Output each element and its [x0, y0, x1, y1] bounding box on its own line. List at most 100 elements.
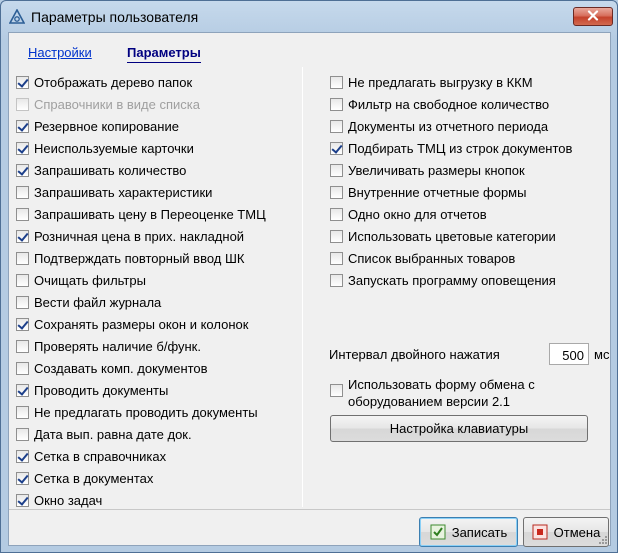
option-checkbox [16, 97, 29, 111]
interval-input[interactable] [549, 343, 589, 365]
option-checkbox[interactable] [16, 185, 29, 199]
option-checkbox[interactable] [16, 427, 29, 441]
option-checkbox[interactable] [16, 119, 29, 133]
option-checkbox[interactable] [16, 471, 29, 485]
option-label: Запрашивать количество [34, 162, 187, 178]
option-row[interactable]: Запрашивать характеристики [16, 183, 212, 201]
option-label: Проверять наличие б/функ. [34, 338, 201, 354]
option-label: Окно задач [34, 492, 103, 508]
option-row[interactable]: Одно окно для отчетов [330, 205, 487, 223]
column-divider [302, 67, 303, 507]
exchange-form-checkbox[interactable] [330, 384, 343, 397]
option-row[interactable]: Создавать комп. документов [16, 359, 208, 377]
option-row[interactable]: Подтверждать повторный ввод ШК [16, 249, 244, 267]
option-checkbox[interactable] [16, 251, 29, 265]
option-row[interactable]: Окно задач [16, 491, 102, 509]
option-label: Документы из отчетного периода [348, 118, 549, 134]
option-label: Подтверждать повторный ввод ШК [34, 250, 245, 266]
option-checkbox[interactable] [330, 273, 343, 287]
option-row[interactable]: Проводить документы [16, 381, 168, 399]
option-label: Запрашивать характеристики [34, 184, 213, 200]
option-label: Вести файл журнала [34, 294, 162, 310]
option-label: Справочники в виде списка [34, 96, 200, 112]
exchange-form-checkbox-row[interactable]: Использовать форму обмена с оборудование… [330, 376, 535, 410]
option-checkbox[interactable] [16, 295, 29, 309]
option-checkbox[interactable] [330, 163, 343, 177]
option-label: Подбирать ТМЦ из строк документов [348, 140, 573, 156]
option-checkbox[interactable] [16, 273, 29, 287]
option-checkbox[interactable] [330, 97, 343, 111]
option-label: Неиспользуемые карточки [34, 140, 194, 156]
option-checkbox[interactable] [330, 75, 343, 89]
option-checkbox[interactable] [16, 229, 29, 243]
option-row[interactable]: Запрашивать количество [16, 161, 186, 179]
option-row[interactable]: Документы из отчетного периода [330, 117, 548, 135]
option-row[interactable]: Запускать программу оповещения [330, 271, 556, 289]
option-row[interactable]: Не предлагать проводить документы [16, 403, 258, 421]
option-checkbox[interactable] [16, 405, 29, 419]
option-label: Сетка в справочниках [34, 448, 167, 464]
option-row[interactable]: Увеличивать размеры кнопок [330, 161, 525, 179]
option-label: Внутренние отчетные формы [348, 184, 527, 200]
option-checkbox[interactable] [16, 207, 29, 221]
option-row[interactable]: Резервное копирование [16, 117, 179, 135]
option-row[interactable]: Сетка в документах [16, 469, 153, 487]
option-checkbox[interactable] [16, 493, 29, 507]
option-checkbox[interactable] [16, 339, 29, 353]
option-row: Справочники в виде списка [16, 95, 200, 113]
close-icon [587, 9, 599, 24]
exchange-form-label-line1: Использовать форму обмена с [348, 377, 535, 392]
option-checkbox[interactable] [16, 317, 29, 331]
option-checkbox[interactable] [16, 361, 29, 375]
option-checkbox[interactable] [330, 119, 343, 133]
option-checkbox[interactable] [16, 141, 29, 155]
option-label: Создавать комп. документов [34, 360, 208, 376]
option-row[interactable]: Список выбранных товаров [330, 249, 515, 267]
option-checkbox[interactable] [330, 229, 343, 243]
option-label: Использовать цветовые категории [348, 228, 556, 244]
option-row[interactable]: Отображать дерево папок [16, 73, 192, 91]
cancel-button-label: Отмена [553, 524, 601, 540]
option-row[interactable]: Внутренние отчетные формы [330, 183, 526, 201]
option-label: Отображать дерево папок [34, 74, 193, 90]
cancel-icon [532, 524, 548, 540]
option-label: Одно окно для отчетов [348, 206, 487, 222]
tab-parametry[interactable]: Параметры [127, 45, 201, 63]
client-area: Настройки Параметры Отображать дерево па… [8, 32, 611, 547]
option-row[interactable]: Неиспользуемые карточки [16, 139, 194, 157]
option-row[interactable]: Розничная цена в прих. накладной [16, 227, 244, 245]
option-label: Очищать фильтры [34, 272, 146, 288]
option-checkbox[interactable] [330, 207, 343, 221]
option-row[interactable]: Запрашивать цену в Переоценке ТМЦ [16, 205, 266, 223]
option-checkbox[interactable] [16, 163, 29, 177]
option-row[interactable]: Подбирать ТМЦ из строк документов [330, 139, 572, 157]
resize-grip-icon[interactable] [598, 533, 608, 544]
option-row[interactable]: Сохранять размеры окон и колонок [16, 315, 248, 333]
option-row[interactable]: Не предлагать выгрузку в ККМ [330, 73, 533, 91]
option-checkbox[interactable] [16, 449, 29, 463]
option-row[interactable]: Проверять наличие б/функ. [16, 337, 201, 355]
option-row[interactable]: Фильтр на свободное количество [330, 95, 549, 113]
cancel-button[interactable]: Отмена [523, 517, 609, 547]
keyboard-settings-button[interactable]: Настройка клавиатуры [330, 415, 588, 442]
option-row[interactable]: Очищать фильтры [16, 271, 146, 289]
option-label: Фильтр на свободное количество [348, 96, 550, 112]
exchange-form-label: Использовать форму обмена с оборудование… [348, 376, 535, 410]
interval-label: Интервал двойного нажатия [329, 347, 500, 362]
option-checkbox[interactable] [330, 141, 343, 155]
save-button[interactable]: Записать [419, 517, 518, 547]
option-checkbox[interactable] [16, 75, 29, 89]
option-row[interactable]: Дата вып. равна дате док. [16, 425, 192, 443]
option-row[interactable]: Использовать цветовые категории [330, 227, 556, 245]
option-checkbox[interactable] [330, 185, 343, 199]
option-label: Запускать программу оповещения [348, 272, 556, 288]
title-bar[interactable]: Параметры пользователя [1, 1, 617, 33]
close-button[interactable] [573, 7, 613, 26]
option-label: Розничная цена в прих. накладной [34, 228, 245, 244]
option-row[interactable]: Сетка в справочниках [16, 447, 166, 465]
tab-nastroyki[interactable]: Настройки [28, 45, 92, 62]
interval-unit: мс [594, 347, 610, 362]
option-checkbox[interactable] [330, 251, 343, 265]
option-row[interactable]: Вести файл журнала [16, 293, 161, 311]
option-checkbox[interactable] [16, 383, 29, 397]
